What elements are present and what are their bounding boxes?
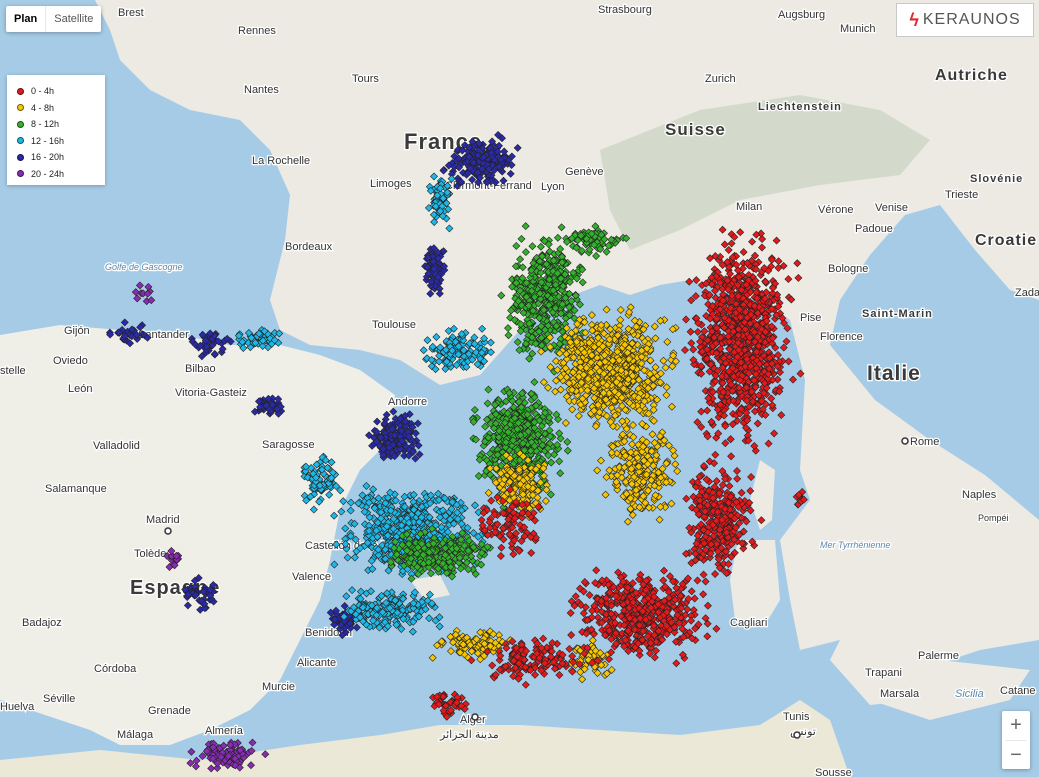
place-label-geneve: Genève xyxy=(565,166,604,178)
place-label-badajoz: Badajoz xyxy=(22,617,62,629)
place-label-vitoria: Vitoria-Gasteiz xyxy=(175,387,247,399)
place-label-suisse: Suisse xyxy=(665,120,726,139)
place-label-huelva: Huelva xyxy=(0,701,35,713)
place-label-nantes: Nantes xyxy=(244,84,279,96)
place-label-zurich: Zurich xyxy=(705,73,736,85)
place-label-strasbourg: Strasbourg xyxy=(598,4,652,16)
place-label-oviedo: Oviedo xyxy=(53,355,88,367)
place-label-munich: Munich xyxy=(840,23,875,35)
place-label-venise: Venise xyxy=(875,202,908,214)
place-label-salamanque: Salamanque xyxy=(45,483,107,495)
place-label-bordeaux: Bordeaux xyxy=(285,241,333,253)
place-label-pise: Pise xyxy=(800,312,821,324)
place-label-palerme: Palerme xyxy=(918,650,959,662)
place-label-verone: Vérone xyxy=(818,204,853,216)
place-label-liechtenstein: Liechtenstein xyxy=(758,101,842,113)
place-label-grenade: Grenade xyxy=(148,705,191,717)
place-label-sousse: Sousse xyxy=(815,767,852,777)
place-label-trieste: Trieste xyxy=(945,189,978,201)
place-label-la-rochelle: La Rochelle xyxy=(252,155,310,167)
place-label-saint-marin: Saint-Marin xyxy=(862,308,933,320)
place-label-golfe: Golfe de Gascogne xyxy=(105,262,183,272)
place-label-catane: Catane xyxy=(1000,685,1035,697)
place-label-saragosse: Saragosse xyxy=(262,439,315,451)
place-label-naples: Naples xyxy=(962,489,997,501)
place-label-rome: Rome xyxy=(910,436,939,448)
place-label-valladolid: Valladolid xyxy=(93,440,140,452)
place-label-milan: Milan xyxy=(736,201,762,213)
place-label-zadar: Zadar xyxy=(1015,287,1039,299)
place-label-croatie: Croatie xyxy=(975,232,1037,249)
place-label-malaga: Málaga xyxy=(117,729,154,741)
place-label-toulouse: Toulouse xyxy=(372,319,416,331)
place-label-andorre: Andorre xyxy=(388,396,427,408)
capital-marker xyxy=(471,713,479,721)
place-label-alicante: Alicante xyxy=(297,657,336,669)
place-label-pompei: Pompéi xyxy=(978,513,1009,523)
place-label-bologne: Bologne xyxy=(828,263,868,275)
capital-marker xyxy=(901,437,909,445)
place-label-murcie: Murcie xyxy=(262,681,295,693)
place-label-slovenie: Slovénie xyxy=(970,173,1023,185)
place-label-tours: Tours xyxy=(352,73,379,85)
place-label-bilbao: Bilbao xyxy=(185,363,216,375)
place-label-italie: Italie xyxy=(867,362,921,385)
place-label-cordoba: Córdoba xyxy=(94,663,137,675)
place-label-lyon: Lyon xyxy=(541,181,564,193)
place-label-leon: León xyxy=(68,383,92,395)
place-label-trapani: Trapani xyxy=(865,667,902,679)
place-label-padoue: Padoue xyxy=(855,223,893,235)
place-label-seville: Séville xyxy=(43,693,75,705)
place-label-limoges: Limoges xyxy=(370,178,412,190)
map-canvas[interactable]: Brest Strasbourg Augsburg Munich Rennes Autri… xyxy=(0,0,1039,777)
place-label-sicilia: Sicilia xyxy=(955,688,984,700)
place-label-augsburg: Augsburg xyxy=(778,9,825,21)
capital-marker xyxy=(793,731,801,739)
place-label-mer-tyr: Mer Tyrrhénienne xyxy=(820,540,890,550)
place-label-alger-ar: مدينة الجزائر xyxy=(439,729,499,741)
place-label-valence: Valence xyxy=(292,571,331,583)
place-label-estelle: stelle xyxy=(0,365,26,377)
place-label-marsala: Marsala xyxy=(880,688,920,700)
place-label-gijon: Gijón xyxy=(64,325,90,337)
place-label-tolede: Tolède xyxy=(134,548,166,560)
place-label-almeria: Almería xyxy=(205,725,244,737)
place-label-florence: Florence xyxy=(820,331,863,343)
capital-marker xyxy=(164,527,172,535)
place-label-cagliari: Cagliari xyxy=(730,617,767,629)
place-label-brest: Brest xyxy=(118,7,144,19)
place-label-rennes: Rennes xyxy=(238,25,276,37)
place-label-autriche: Autriche xyxy=(935,67,1008,84)
place-label-tunis: Tunis xyxy=(783,711,810,723)
place-label-madrid: Madrid xyxy=(146,514,180,526)
